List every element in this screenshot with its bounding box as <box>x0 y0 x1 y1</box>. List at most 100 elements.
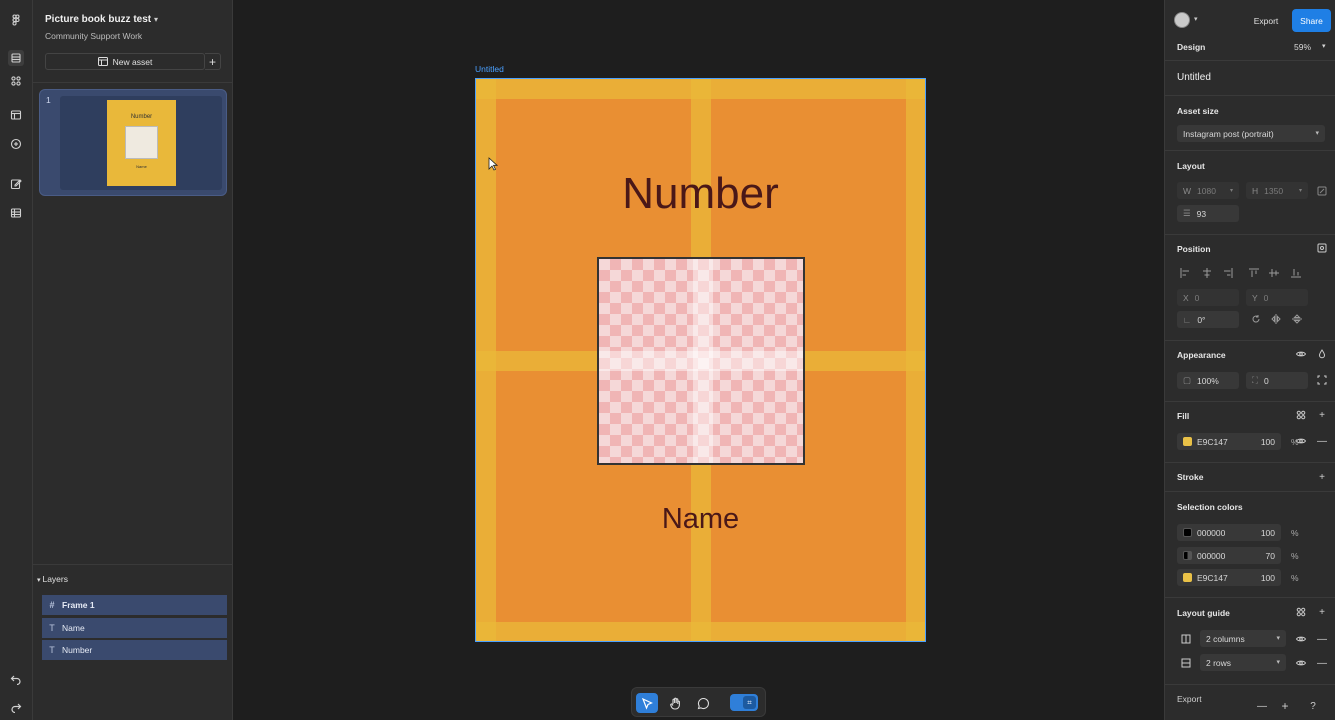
image-placeholder[interactable] <box>597 257 805 465</box>
rotate-icon[interactable] <box>1251 314 1265 326</box>
thumbnail-title: Number <box>130 114 153 120</box>
height-value: 1350 <box>1264 185 1284 196</box>
x-field[interactable]: X0 <box>1177 289 1239 306</box>
remove-columns-button[interactable]: — <box>1316 633 1328 645</box>
number-text[interactable]: Number <box>476 169 925 219</box>
resize-icon[interactable] <box>1316 185 1328 197</box>
color-swatch[interactable] <box>1183 573 1192 582</box>
opacity-field[interactable]: ▢ 100% <box>1177 372 1239 389</box>
eye-icon[interactable] <box>1295 435 1307 447</box>
undo-icon[interactable] <box>8 671 24 687</box>
color-swatch[interactable] <box>1183 551 1192 560</box>
assets-grid-icon[interactable] <box>8 73 24 89</box>
table-icon[interactable] <box>8 205 24 221</box>
remove-rows-button[interactable]: — <box>1316 657 1328 669</box>
align-right-icon[interactable] <box>1223 268 1237 280</box>
project-title[interactable]: Picture book buzz test <box>45 14 151 25</box>
redo-icon[interactable] <box>8 699 24 715</box>
add-circle-icon[interactable] <box>8 136 24 152</box>
styles-grid-icon[interactable] <box>1295 606 1307 618</box>
align-bottom-icon[interactable] <box>1291 268 1305 280</box>
layout-label: Layout <box>1177 161 1205 171</box>
y-field[interactable]: Y0 <box>1246 289 1308 306</box>
opacity-value: 100% <box>1197 375 1219 386</box>
align-center-h-icon[interactable] <box>1202 268 1216 280</box>
color-opacity: 70 <box>1265 550 1275 561</box>
add-fill-button[interactable]: + <box>1316 409 1328 421</box>
help-icon[interactable]: ? <box>1307 700 1319 712</box>
selection-color-row[interactable]: 000000 70 <box>1177 547 1281 564</box>
select-tool-button[interactable] <box>636 693 658 713</box>
color-hex: 000000 <box>1197 527 1226 538</box>
position-label: Position <box>1177 244 1211 254</box>
selection-color-row[interactable]: 000000 100 <box>1177 524 1281 541</box>
styles-grid-icon[interactable] <box>1295 409 1307 421</box>
rotation-field[interactable]: ∟ 0° <box>1177 311 1239 328</box>
layer-name[interactable]: T Name <box>42 618 227 638</box>
remove-fill-button[interactable]: — <box>1316 435 1328 447</box>
zoom-in-button[interactable]: + <box>1279 699 1291 713</box>
drop-icon[interactable] <box>1316 348 1328 360</box>
columns-select[interactable]: 2 columns ▾ <box>1200 630 1286 647</box>
figma-logo-icon[interactable] <box>8 12 24 28</box>
layer-label: Frame 1 <box>62 600 95 610</box>
eye-icon[interactable] <box>1295 348 1307 360</box>
radius-field[interactable]: ☰ 93 <box>1177 205 1239 222</box>
height-field[interactable]: H 1350 ▾ <box>1246 182 1308 199</box>
chevron-down-icon[interactable]: ▾ <box>1322 42 1326 50</box>
export-section-label[interactable]: Export <box>1177 694 1202 704</box>
x-label: X <box>1183 292 1189 303</box>
add-stroke-button[interactable]: + <box>1316 471 1328 483</box>
mode-toggle[interactable]: ⌗ <box>730 694 758 711</box>
expand-corners-icon[interactable] <box>1316 374 1328 386</box>
edit-icon[interactable] <box>8 176 24 192</box>
comment-tool-button[interactable] <box>692 693 714 713</box>
zoom-level[interactable]: 59% <box>1294 42 1311 52</box>
export-button[interactable]: Export <box>1246 10 1286 31</box>
flip-vertical-icon[interactable] <box>1292 314 1306 326</box>
add-page-button[interactable]: + <box>205 53 221 70</box>
eye-icon[interactable] <box>1295 633 1307 645</box>
pages-icon[interactable] <box>8 50 24 66</box>
page-thumbnail[interactable]: 1 Number Name <box>39 89 227 196</box>
width-field[interactable]: W 1080 ▾ <box>1177 182 1239 199</box>
new-asset-button[interactable]: New asset <box>45 53 205 70</box>
avatar[interactable] <box>1174 12 1190 28</box>
pointer-icon <box>641 697 654 710</box>
layers-header[interactable]: ▾ Layers <box>37 574 68 584</box>
thumbnail-name: Name <box>136 164 147 169</box>
align-center-v-icon[interactable] <box>1269 268 1283 280</box>
appearance-label: Appearance <box>1177 350 1226 360</box>
corner-radius-field[interactable]: ⛶ 0 <box>1246 372 1308 389</box>
zoom-out-button[interactable]: — <box>1256 700 1268 712</box>
frame-label[interactable]: Untitled <box>475 64 504 74</box>
canvas[interactable]: Untitled Number Name ⌗ <box>234 0 1164 720</box>
design-tab[interactable]: Design <box>1177 42 1205 52</box>
layer-number[interactable]: T Number <box>42 640 227 660</box>
fill-color-field[interactable]: E9C147 100 <box>1177 433 1281 450</box>
asset-name[interactable]: Untitled <box>1177 72 1211 83</box>
chevron-down-icon: ▾ <box>1276 659 1280 666</box>
color-swatch[interactable] <box>1183 528 1192 537</box>
add-layout-guide-button[interactable]: + <box>1316 606 1328 618</box>
share-button[interactable]: Share <box>1292 9 1331 32</box>
hand-tool-button[interactable] <box>664 693 686 713</box>
target-icon[interactable] <box>1316 242 1328 254</box>
project-subtitle: Community Support Work <box>45 31 143 41</box>
layer-frame[interactable]: # Frame 1 <box>42 595 227 615</box>
eye-icon[interactable] <box>1295 657 1307 669</box>
selection-color-row[interactable]: E9C147 100 <box>1177 569 1281 586</box>
fill-swatch[interactable] <box>1183 437 1192 446</box>
asset-size-select[interactable]: Instagram post (portrait) ▾ <box>1177 125 1325 142</box>
name-text[interactable]: Name <box>476 503 925 536</box>
align-left-icon[interactable] <box>1180 268 1194 280</box>
text-icon: T <box>49 623 55 633</box>
chevron-down-icon[interactable]: ▾ <box>154 15 158 24</box>
design-frame[interactable]: Number Name <box>475 78 926 642</box>
template-icon[interactable] <box>8 107 24 123</box>
chevron-down-icon[interactable]: ▾ <box>1194 15 1198 23</box>
flip-horizontal-icon[interactable] <box>1271 314 1285 326</box>
chevron-down-icon: ▾ <box>1298 188 1302 194</box>
align-top-icon[interactable] <box>1249 268 1263 280</box>
rows-select[interactable]: 2 rows ▾ <box>1200 654 1286 671</box>
